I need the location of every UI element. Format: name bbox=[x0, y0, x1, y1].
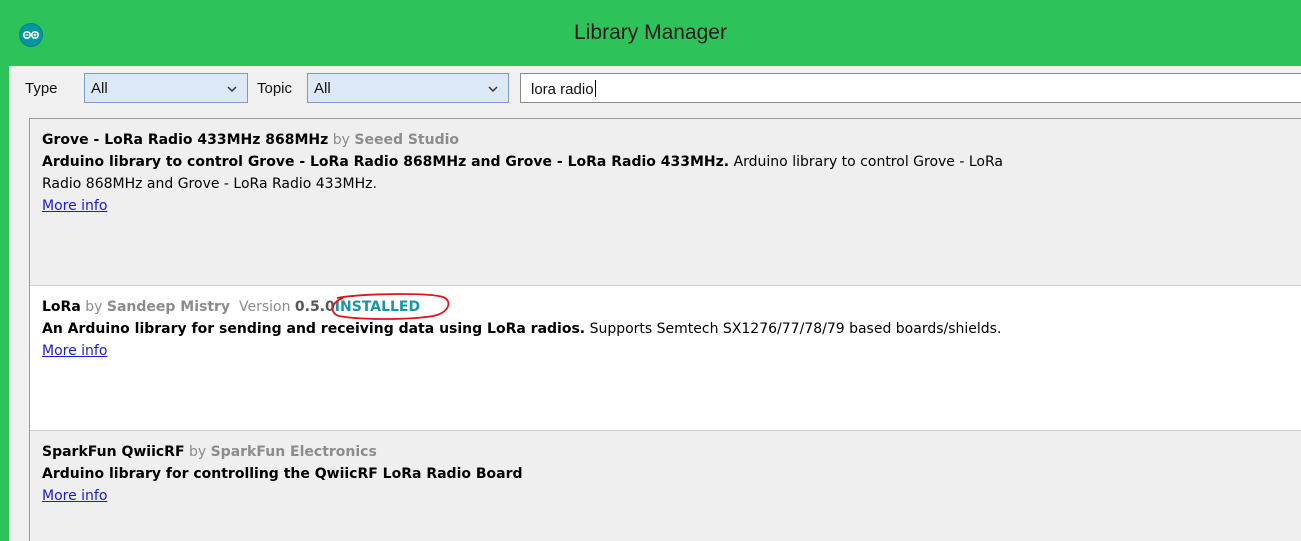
chevron-down-icon bbox=[488, 86, 498, 93]
search-input-value: lora radio bbox=[531, 81, 594, 98]
library-by: by bbox=[85, 299, 103, 315]
library-summary: Arduino library to control Grove - LoRa … bbox=[42, 154, 730, 170]
library-by: by bbox=[188, 444, 207, 460]
title-bar: Library Manager bbox=[0, 0, 1301, 66]
library-author: SparkFun Electronics bbox=[210, 444, 377, 460]
more-info-link[interactable]: More info bbox=[42, 488, 107, 504]
library-name: SparkFun QwiicRF bbox=[42, 444, 185, 460]
more-info-link[interactable]: More info bbox=[42, 198, 107, 214]
library-description: Supports Semtech SX1276/77/78/79 based b… bbox=[589, 321, 1002, 337]
type-select-value: All bbox=[91, 80, 108, 97]
chevron-down-icon bbox=[227, 86, 237, 93]
filter-bar: Type All Topic All lora radio bbox=[9, 66, 1301, 112]
library-name: LoRa bbox=[42, 299, 81, 315]
version-label: Version bbox=[238, 299, 291, 315]
library-description: Arduino library to control Grove - LoRa bbox=[733, 154, 1003, 170]
topic-label: Topic bbox=[257, 80, 293, 97]
library-author: Sandeep Mistry bbox=[106, 299, 231, 315]
search-input[interactable]: lora radio bbox=[520, 73, 1301, 103]
window-title: Library Manager bbox=[574, 21, 727, 44]
type-label: Type bbox=[25, 80, 58, 97]
library-version: 0.5.0 bbox=[294, 299, 335, 315]
library-summary: Arduino library for controlling the Qwii… bbox=[42, 466, 523, 482]
library-by: by bbox=[332, 132, 350, 148]
library-manager-window: Type All Topic All lora radio Grove - Lo… bbox=[9, 66, 1301, 541]
library-item-sparkfun-qwiicrf[interactable]: SparkFun QwiicRF by SparkFun Electronics… bbox=[30, 431, 1301, 541]
library-description-continued: Radio 868MHz and Grove - LoRa Radio 433M… bbox=[42, 176, 377, 192]
library-item-grove-lora[interactable]: Grove - LoRa Radio 433MHz 868MHz by Seee… bbox=[30, 119, 1301, 286]
library-summary: An Arduino library for sending and recei… bbox=[42, 321, 586, 337]
type-select[interactable]: All bbox=[84, 73, 248, 103]
topic-select-value: All bbox=[314, 80, 331, 97]
topic-select[interactable]: All bbox=[307, 73, 509, 103]
text-caret bbox=[594, 80, 596, 97]
library-list[interactable]: Grove - LoRa Radio 433MHz 868MHz by Seee… bbox=[29, 118, 1301, 541]
installed-badge-text: INSTALLED bbox=[334, 299, 421, 315]
library-name: Grove - LoRa Radio 433MHz 868MHz bbox=[42, 132, 329, 148]
more-info-link[interactable]: More info bbox=[42, 343, 107, 359]
library-item-lora[interactable]: LoRa by Sandeep Mistry Version 0.5.0INST… bbox=[30, 286, 1301, 431]
installed-badge: INSTALLED bbox=[331, 293, 450, 320]
library-author: Seeed Studio bbox=[354, 132, 460, 148]
